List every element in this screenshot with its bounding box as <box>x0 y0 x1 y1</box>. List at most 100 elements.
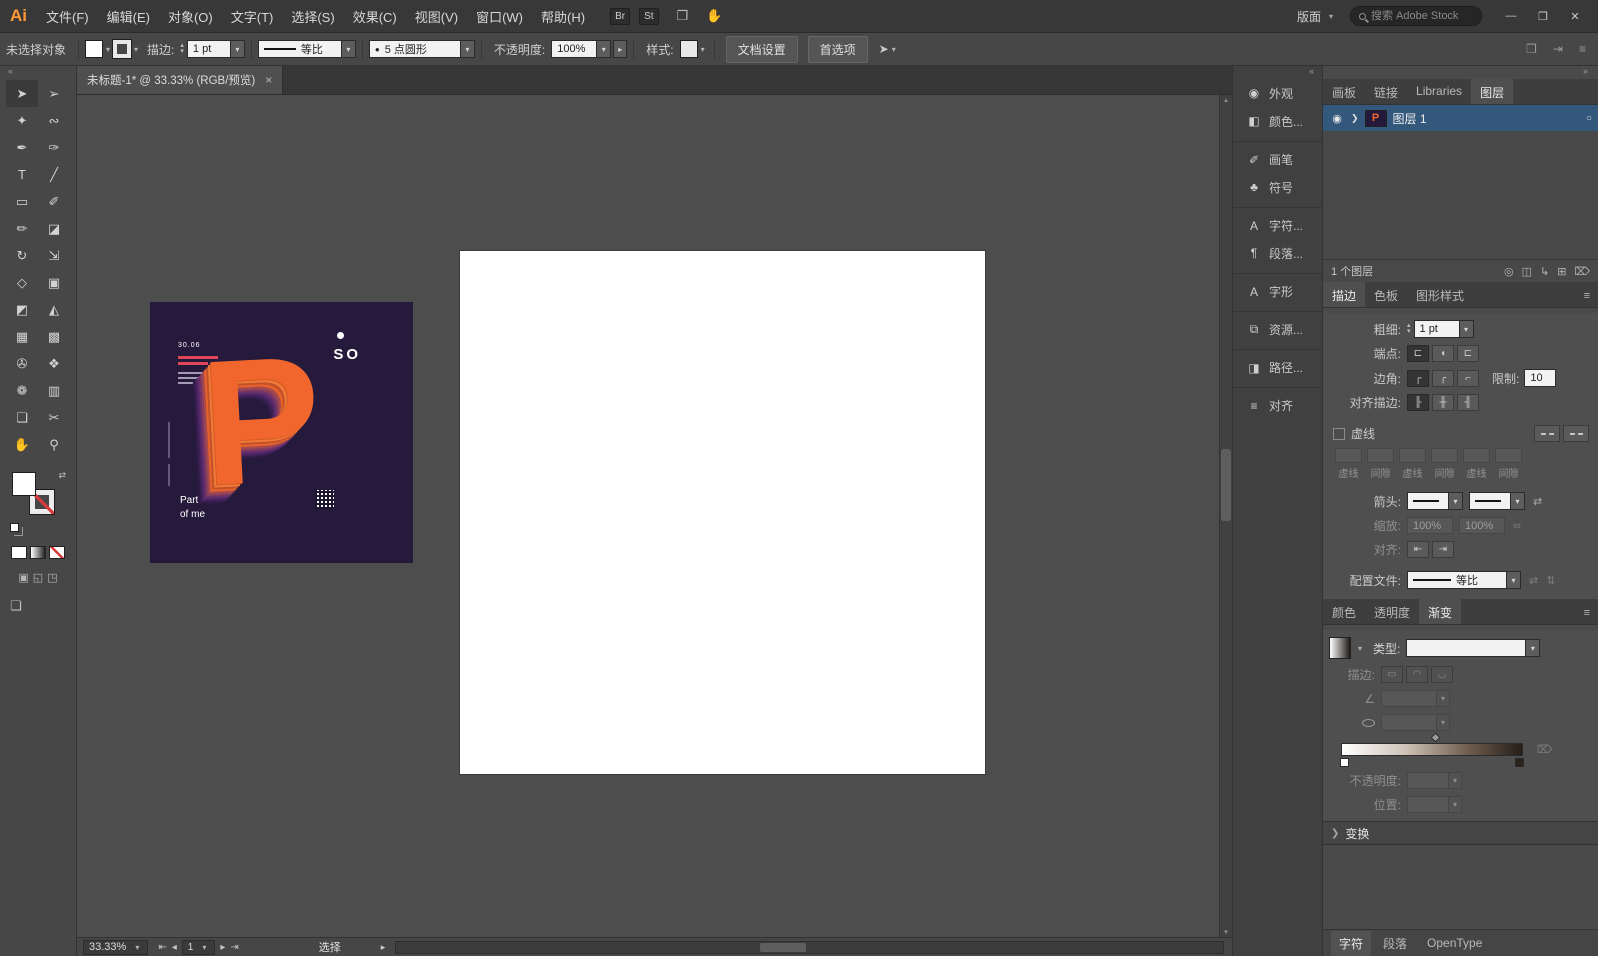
menu-window[interactable]: 窗口(W) <box>467 7 532 26</box>
new-sublayer-icon[interactable]: ↳ <box>1540 265 1549 278</box>
status-menu-icon[interactable]: ▸ <box>381 942 386 953</box>
panel-button-symbols[interactable]: ♣ 符号 <box>1233 173 1322 201</box>
screen-mode-icon[interactable]: ❏ <box>10 598 76 614</box>
tab-opentype[interactable]: OpenType <box>1419 932 1490 954</box>
close-button[interactable]: ✕ <box>1560 5 1590 27</box>
arrow-end-dropdown[interactable]: ▾ <box>1511 492 1525 510</box>
menu-view[interactable]: 视图(V) <box>406 7 467 26</box>
weight-dropdown[interactable]: ▾ <box>1459 320 1474 338</box>
gradient-angle-field[interactable] <box>1381 690 1437 707</box>
gradient-position-field[interactable] <box>1407 796 1449 813</box>
magic-wand-tool[interactable]: ✦ <box>6 107 38 134</box>
gradient-mode-button[interactable] <box>30 546 46 559</box>
last-artboard-icon[interactable]: ⇥ <box>230 942 238 953</box>
gradient-across-stroke-button[interactable]: ◡ <box>1431 666 1453 683</box>
gradient-tool[interactable]: ▩ <box>38 323 70 350</box>
artboard-number-field[interactable]: 1 ▾ <box>181 939 216 955</box>
stroke-panel-menu-icon[interactable]: ≡ <box>1584 285 1598 302</box>
gradient-type-field[interactable] <box>1406 639 1527 657</box>
tab-character[interactable]: 字符 <box>1331 930 1372 956</box>
fill-dropdown-icon[interactable]: ▾ <box>106 45 110 54</box>
opacity-field[interactable]: 100% <box>551 40 598 58</box>
lasso-tool[interactable]: ∾ <box>38 107 70 134</box>
search-input[interactable] <box>1371 10 1473 22</box>
panel-button-color[interactable]: ◧ 颜色... <box>1233 107 1322 135</box>
panel-button-align[interactable]: ≡ 对齐 <box>1233 387 1322 419</box>
zoom-tool[interactable]: ⚲ <box>38 431 70 458</box>
vertical-scroll-thumb[interactable] <box>1221 448 1231 521</box>
rotate-tool[interactable]: ↻ <box>6 242 38 269</box>
spin-down-icon[interactable]: ▾ <box>180 48 184 55</box>
menu-select[interactable]: 选择(S) <box>282 7 343 26</box>
gradient-midpoint-stop[interactable] <box>1430 732 1441 743</box>
menu-effect[interactable]: 效果(C) <box>344 7 406 26</box>
opacity-dropdown[interactable]: ▾ <box>597 40 612 58</box>
gradient-position-dropdown[interactable]: ▾ <box>1449 796 1462 813</box>
flip-along-icon[interactable]: ⇄ <box>1529 574 1538 587</box>
gap-field-3[interactable] <box>1495 448 1522 463</box>
gradient-panel-menu-icon[interactable]: ≡ <box>1584 602 1598 619</box>
profile-dropdown[interactable]: ▾ <box>1507 571 1521 589</box>
arrow-align-end-button[interactable]: ⇥ <box>1432 541 1454 558</box>
pen-tool[interactable]: ✒ <box>6 134 38 161</box>
arrange-icon[interactable]: ❒ <box>1526 42 1537 56</box>
tab-transparency[interactable]: 透明度 <box>1365 599 1419 624</box>
arrow-end-field[interactable] <box>1469 492 1511 510</box>
style-dropdown-icon[interactable]: ▾ <box>701 45 705 54</box>
join-bevel-button[interactable]: ⌐ <box>1457 369 1479 387</box>
prev-artboard-icon[interactable]: ◂ <box>172 942 177 953</box>
width-tool[interactable]: ◇ <box>6 269 38 296</box>
gradient-thumb-dropdown[interactable]: ▾ <box>1358 644 1362 653</box>
panel-button-paragraph[interactable]: ¶ 段落... <box>1233 239 1322 267</box>
locate-object-icon[interactable]: ◎ <box>1504 265 1514 278</box>
horizontal-scrollbar[interactable] <box>395 940 1224 954</box>
preferences-button[interactable]: 首选项 <box>807 35 868 63</box>
line-segment-tool[interactable]: ╱ <box>38 161 70 188</box>
zoom-level-field[interactable]: 33.33% ▾ <box>83 939 149 955</box>
scroll-up-icon[interactable]: ▴ <box>1220 96 1232 104</box>
dash-field-2[interactable] <box>1399 448 1426 463</box>
transform-panel-header[interactable]: ❯ 变换 <box>1323 821 1598 845</box>
touch-workspace-icon[interactable]: ✋ <box>706 8 722 24</box>
controlbar-menu-icon[interactable]: ≡ <box>1579 42 1586 56</box>
profile-field[interactable]: 等比 <box>1407 571 1507 589</box>
pencil-tool[interactable]: ✏ <box>6 215 38 242</box>
blend-tool[interactable]: ❖ <box>38 350 70 377</box>
align-dash-button[interactable] <box>1563 425 1589 442</box>
link-scale-icon[interactable]: ∞ <box>1513 520 1521 532</box>
join-miter-button[interactable]: ┌ <box>1407 369 1429 387</box>
canvas[interactable]: 30.06 SO P Part of me ▴ ▾ <box>77 95 1232 937</box>
panel-button-glyphs[interactable]: A 字形 <box>1233 273 1322 305</box>
dashed-line-checkbox[interactable] <box>1333 427 1345 440</box>
delete-stop-icon[interactable]: ⌦ <box>1537 743 1553 756</box>
panel-button-pathfinder[interactable]: ◨ 路径... <box>1233 349 1322 381</box>
clipping-mask-icon[interactable]: ◫ <box>1522 265 1532 278</box>
gradient-aspect-field[interactable] <box>1381 714 1437 731</box>
close-tab-icon[interactable]: × <box>265 73 272 87</box>
tab-libraries[interactable]: Libraries <box>1407 79 1471 104</box>
spin-down-icon[interactable]: ▾ <box>1407 328 1411 335</box>
fill-swatch-indicator[interactable] <box>12 472 36 496</box>
selection-tool[interactable]: ➤ <box>6 80 38 107</box>
layer-thumbnail[interactable]: P <box>1364 109 1387 127</box>
scale-tool[interactable]: ⇲ <box>38 242 70 269</box>
dash-field-3[interactable] <box>1463 448 1490 463</box>
panel-button-asset-export[interactable]: ⧉ 资源... <box>1233 311 1322 343</box>
panel-button-appearance[interactable]: ◉ 外观 <box>1233 79 1322 107</box>
stroke-weight-dropdown[interactable]: ▾ <box>230 40 245 58</box>
layer-target-icon[interactable]: ○ <box>1586 113 1592 124</box>
menu-edit[interactable]: 编辑(E) <box>98 7 159 26</box>
arrow-start-dropdown[interactable]: ▾ <box>1449 492 1463 510</box>
gradient-opacity-dropdown[interactable]: ▾ <box>1449 772 1462 789</box>
limit-field[interactable]: 10 <box>1524 369 1557 387</box>
stock-badge[interactable]: St <box>639 7 659 25</box>
curvature-tool[interactable]: ✑ <box>38 134 70 161</box>
flip-across-icon[interactable]: ⇅ <box>1546 574 1555 587</box>
gradient-angle-dropdown[interactable]: ▾ <box>1437 690 1450 707</box>
style-swatch[interactable] <box>679 40 698 58</box>
brush-definition-dropdown[interactable]: ▾ <box>460 40 475 58</box>
layer-name[interactable]: 图层 1 <box>1393 110 1427 127</box>
tab-color[interactable]: 颜色 <box>1323 599 1365 624</box>
gradient-thumbnail[interactable] <box>1329 637 1351 659</box>
mesh-tool[interactable]: ▦ <box>6 323 38 350</box>
